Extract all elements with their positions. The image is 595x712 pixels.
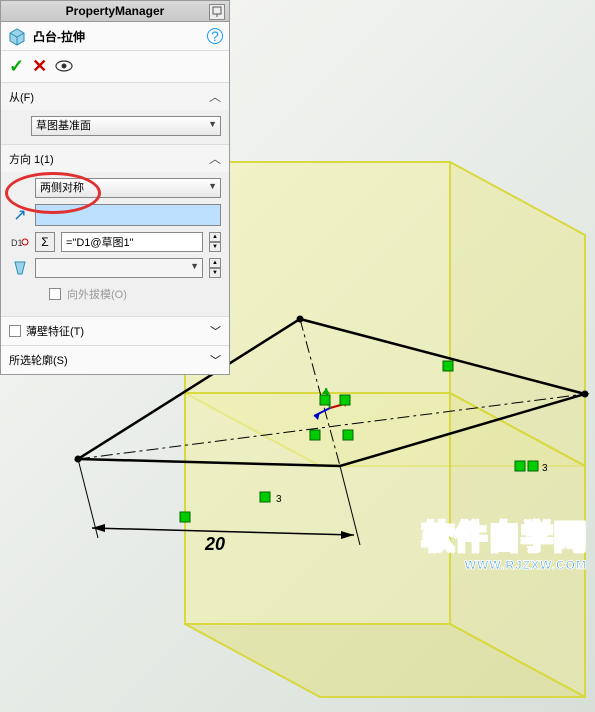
panel-title: PropertyManager [66, 4, 165, 18]
direction-vector-input[interactable] [35, 204, 221, 226]
extrude-icon [7, 26, 27, 46]
depth-formula-input[interactable]: ="D1@草图1" [61, 232, 203, 252]
ok-button[interactable]: ✓ [9, 56, 24, 77]
equation-icon[interactable]: Σ [35, 232, 55, 252]
from-section: 从(F) ︿ 草图基准面 [1, 83, 229, 145]
svg-text:3: 3 [276, 494, 282, 505]
chevron-up-icon: ︿ [209, 88, 221, 105]
watermark-url: WWW.RJZXW.COM [422, 558, 587, 572]
preview-icon[interactable] [55, 59, 73, 75]
thin-feature-section[interactable]: 薄壁特征(T) ﹀ [1, 317, 229, 346]
depth-link-icon: D1 [11, 234, 29, 250]
watermark: 软件自学网 WWW.RJZXW.COM [422, 512, 587, 572]
action-row: ✓ ✕ [1, 51, 229, 83]
draft-outward-checkbox[interactable] [49, 288, 61, 300]
feature-name: 凸台-拉伸 [33, 28, 207, 45]
depth-spinner[interactable]: ▲▼ [209, 232, 221, 252]
chevron-down-icon: ﹀ [210, 352, 221, 368]
feature-title-row: 凸台-拉伸 ? [1, 22, 229, 51]
chevron-up-icon: ︿ [209, 150, 221, 167]
svg-text:3: 3 [542, 463, 548, 474]
direction1-section: 方向 1(1) ︿ 两侧对称 ↗ D1 Σ ="D1@草图1" ▲▼ [1, 145, 229, 317]
pin-icon[interactable] [209, 4, 225, 20]
draft-outward-label: 向外拔模(O) [67, 286, 127, 302]
draft-spinner[interactable]: ▲▼ [209, 258, 221, 278]
svg-text:D1: D1 [11, 238, 23, 248]
dimension-value: 20 [204, 534, 225, 554]
thin-feature-checkbox[interactable] [9, 325, 21, 337]
help-icon[interactable]: ? [207, 28, 223, 44]
reverse-icon[interactable]: ↗ [11, 205, 29, 225]
chevron-down-icon: ﹀ [210, 323, 221, 339]
from-select[interactable]: 草图基准面 [31, 116, 221, 136]
panel-header: PropertyManager [1, 1, 229, 22]
direction1-type-select[interactable]: 两侧对称 [35, 178, 221, 198]
draft-icon[interactable] [11, 259, 29, 277]
selected-contours-section[interactable]: 所选轮廓(S) ﹀ [1, 346, 229, 374]
draft-select[interactable] [35, 258, 203, 278]
from-header[interactable]: 从(F) ︿ [1, 83, 229, 110]
direction1-header[interactable]: 方向 1(1) ︿ [1, 145, 229, 172]
cancel-button[interactable]: ✕ [32, 56, 47, 77]
property-manager-panel: PropertyManager 凸台-拉伸 ? ✓ ✕ 从(F) ︿ 草图基准面 [0, 0, 230, 375]
watermark-main: 软件自学网 [422, 512, 587, 558]
